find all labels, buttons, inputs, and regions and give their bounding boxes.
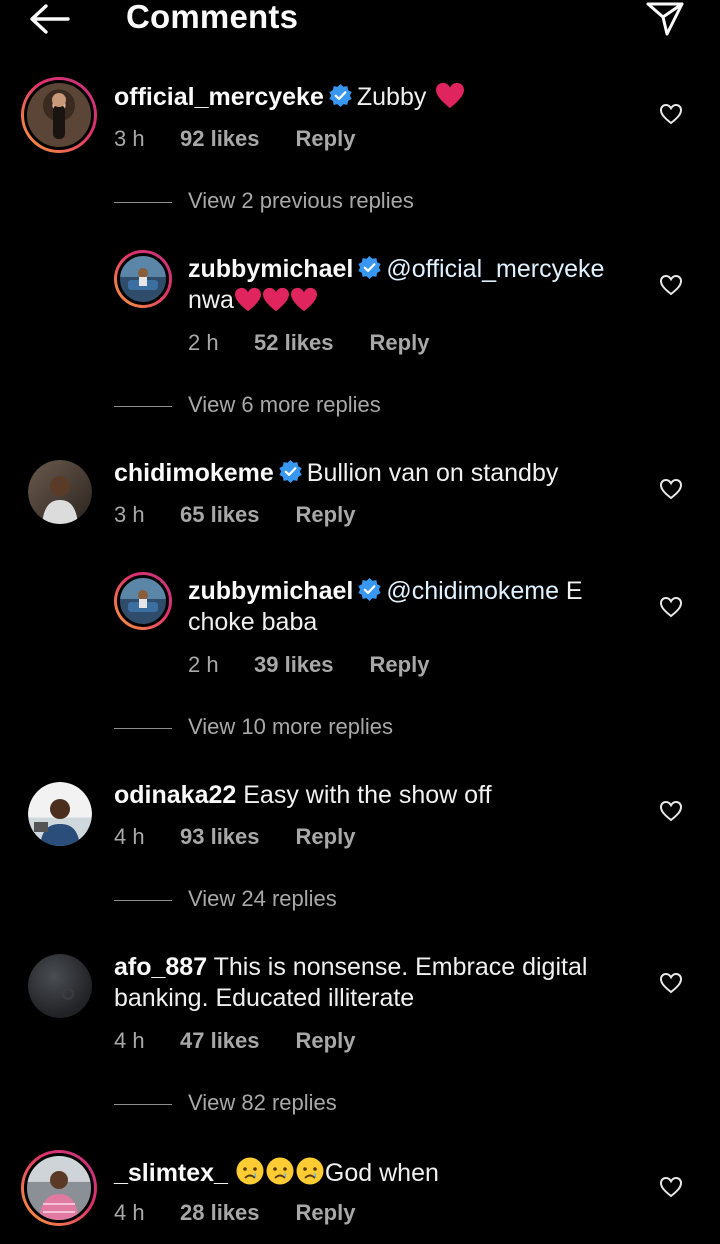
crying-face-emoji xyxy=(266,1157,294,1185)
verified-badge-icon xyxy=(358,256,381,279)
comment-body: This is nonsense. Embrace digital xyxy=(213,953,588,981)
view-replies-label: View 2 previous replies xyxy=(188,188,414,213)
timestamp: 3 h xyxy=(114,126,145,151)
avatar[interactable] xyxy=(28,954,92,1018)
likes-count[interactable]: 28 likes xyxy=(180,1200,260,1226)
comment-body: Zubby xyxy=(356,83,427,111)
paper-plane-icon[interactable] xyxy=(645,0,685,38)
comment-meta: 4 h 47 likes Reply xyxy=(114,1028,355,1054)
timestamp: 3 h xyxy=(114,502,145,527)
likes-count[interactable]: 39 likes xyxy=(254,652,334,678)
comment-body: Bullion van on standby xyxy=(306,459,559,487)
comment-body: E xyxy=(558,577,583,605)
red-heart-emoji xyxy=(290,287,317,312)
comment-text: _slimtex_ God when xyxy=(114,1156,439,1189)
heart-outline-icon[interactable] xyxy=(659,103,683,125)
divider-line xyxy=(114,728,172,729)
view-replies-label: View 10 more replies xyxy=(188,714,394,739)
verified-badge-icon xyxy=(279,460,302,483)
verified-badge-icon xyxy=(329,84,352,107)
verified-badge-icon xyxy=(358,578,381,601)
red-heart-emoji xyxy=(262,287,289,312)
username[interactable]: _slimtex_ xyxy=(114,1159,228,1187)
comment-body: Easy with the show off xyxy=(243,781,492,809)
avatar[interactable] xyxy=(114,572,172,630)
comment-text: zubbymichael @official_mercyeke nwa xyxy=(188,254,604,316)
mention-link[interactable]: @chidimokeme xyxy=(386,577,559,605)
reply-button[interactable]: Reply xyxy=(296,1028,356,1054)
crying-face-emoji xyxy=(296,1157,324,1185)
arrow-left-icon[interactable] xyxy=(28,2,70,36)
username[interactable]: official_mercyeke xyxy=(114,83,324,111)
avatar[interactable] xyxy=(28,460,92,524)
likes-count[interactable]: 92 likes xyxy=(180,126,260,152)
comment-body-line2: choke baba xyxy=(188,608,318,636)
comment-meta: 4 h 28 likes Reply xyxy=(114,1200,355,1226)
avatar[interactable] xyxy=(28,782,92,846)
red-heart-emoji xyxy=(234,287,261,312)
avatar[interactable] xyxy=(21,1150,97,1226)
heart-outline-icon[interactable] xyxy=(659,972,683,994)
reply-button[interactable]: Reply xyxy=(296,1200,356,1226)
comment-text: official_mercyeke Zubby xyxy=(114,82,465,113)
comment-meta: 3 h 65 likes Reply xyxy=(114,502,355,528)
timestamp: 4 h xyxy=(114,824,145,849)
comments-screen: Comments official_mercyeke Zubby 3 h 92 li… xyxy=(0,0,720,1244)
view-replies-label: View 6 more replies xyxy=(188,392,381,417)
view-replies-label: View 82 replies xyxy=(188,1090,337,1115)
likes-count[interactable]: 52 likes xyxy=(254,330,334,356)
likes-count[interactable]: 93 likes xyxy=(180,824,260,850)
reply-button[interactable]: Reply xyxy=(370,652,430,678)
username[interactable]: chidimokeme xyxy=(114,459,274,487)
comment-meta: 3 h 92 likes Reply xyxy=(114,126,355,152)
reply-button[interactable]: Reply xyxy=(370,330,430,356)
avatar[interactable] xyxy=(21,77,97,153)
divider-line xyxy=(114,900,172,901)
divider-line xyxy=(114,406,172,407)
timestamp: 4 h xyxy=(114,1028,145,1053)
avatar[interactable] xyxy=(114,250,172,308)
comment-text: chidimokeme Bullion van on standby xyxy=(114,458,558,489)
heart-outline-icon[interactable] xyxy=(659,1176,683,1198)
header: Comments xyxy=(0,0,720,40)
comment-text: odinaka22 Easy with the show off xyxy=(114,780,492,811)
timestamp: 2 h xyxy=(188,652,219,677)
heart-outline-icon[interactable] xyxy=(659,596,683,618)
likes-count[interactable]: 47 likes xyxy=(180,1028,260,1054)
page-title: Comments xyxy=(126,0,299,35)
divider-line xyxy=(114,202,172,203)
heart-outline-icon[interactable] xyxy=(659,478,683,500)
comment-body-line2: banking. Educated illiterate xyxy=(114,984,415,1012)
comment-body: nwa xyxy=(188,286,234,314)
mention-link[interactable]: @official_mercyeke xyxy=(386,255,604,283)
red-heart-emoji xyxy=(436,82,465,109)
timestamp: 2 h xyxy=(188,330,219,355)
username[interactable]: odinaka22 xyxy=(114,781,236,809)
heart-outline-icon[interactable] xyxy=(659,800,683,822)
heart-outline-icon[interactable] xyxy=(659,274,683,296)
comment-meta: 2 h 39 likes Reply xyxy=(188,652,429,678)
reply-button[interactable]: Reply xyxy=(296,126,356,152)
reply-button[interactable]: Reply xyxy=(296,502,356,528)
comment-text: afo_887 This is nonsense. Embrace digita… xyxy=(114,952,587,1014)
reply-button[interactable]: Reply xyxy=(296,824,356,850)
comment-text: zubbymichael @chidimokeme E choke baba xyxy=(188,576,583,638)
view-replies-label: View 24 replies xyxy=(188,886,337,911)
comment-meta: 4 h 93 likes Reply xyxy=(114,824,355,850)
timestamp: 4 h xyxy=(114,1200,145,1225)
username[interactable]: afo_887 xyxy=(114,953,207,981)
comment-meta: 2 h 52 likes Reply xyxy=(188,330,429,356)
username[interactable]: zubbymichael xyxy=(188,255,353,283)
divider-line xyxy=(114,1104,172,1105)
username[interactable]: zubbymichael xyxy=(188,577,353,605)
comment-body: God when xyxy=(324,1159,439,1187)
likes-count[interactable]: 65 likes xyxy=(180,502,260,528)
crying-face-emoji xyxy=(236,1157,264,1185)
